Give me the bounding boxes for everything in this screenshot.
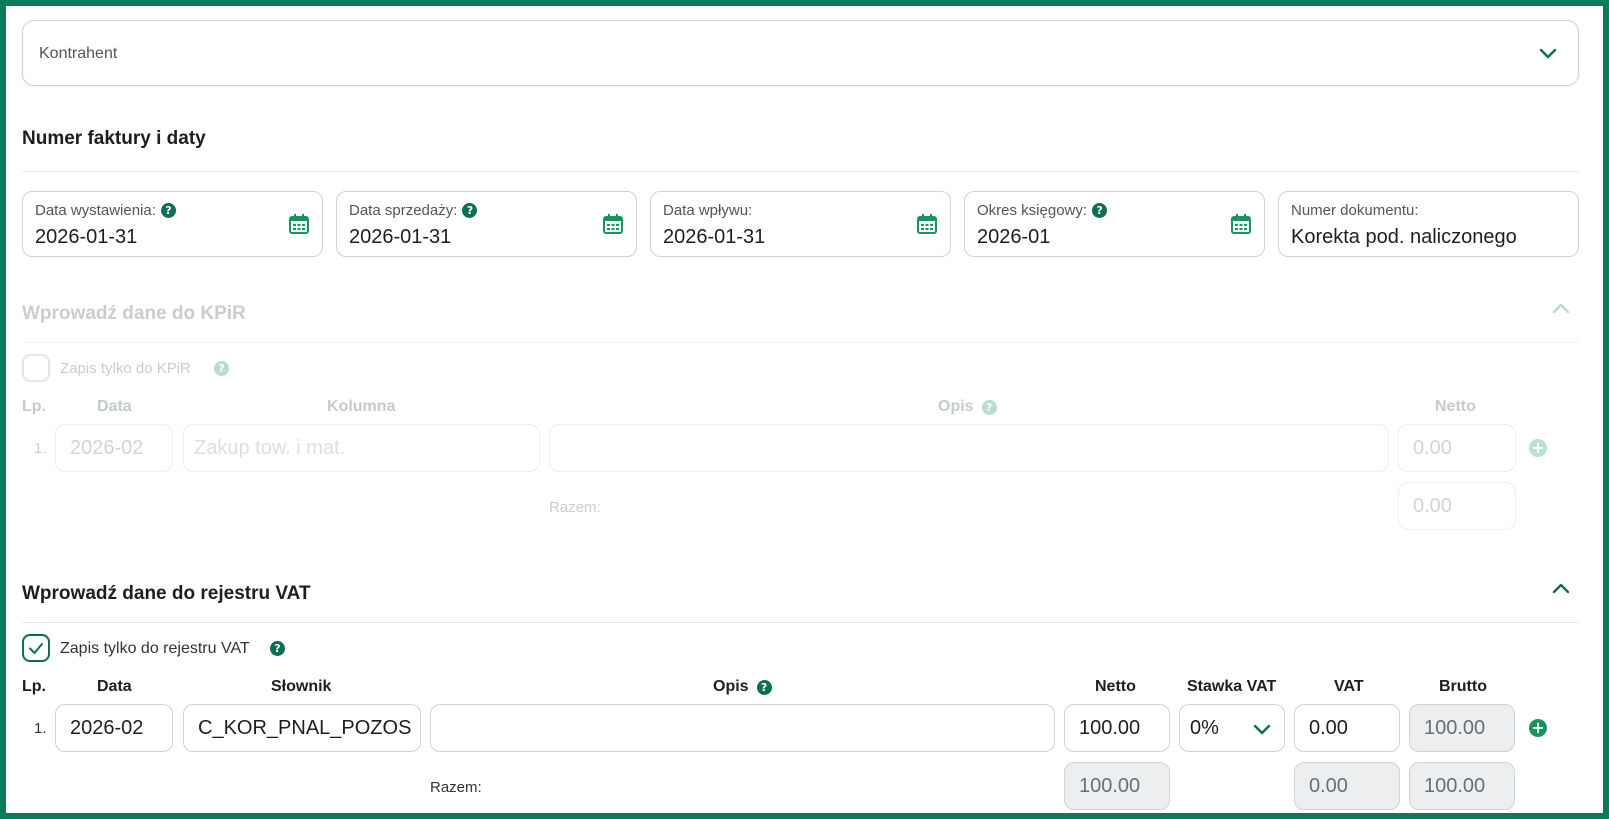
kpir-col-lp: Lp.: [22, 398, 46, 415]
kpir-col-opis: Opis?: [938, 398, 997, 416]
sale-date-value: 2026-01-31: [349, 226, 452, 248]
issue-date-value: 2026-01-31: [35, 226, 138, 248]
vat-total-label: Razem:: [430, 779, 482, 796]
issue-date-label: Data wystawienia:?: [35, 202, 176, 219]
vat-rate-value: 0%: [1190, 716, 1219, 739]
receipt-date-value: 2026-01-31: [663, 226, 766, 248]
kpir-only-checkbox[interactable]: [22, 354, 50, 382]
vat-section-title: Wprowadź dane do rejestru VAT: [22, 583, 311, 604]
chevron-down-icon[interactable]: [1250, 717, 1274, 741]
calendar-icon[interactable]: [1230, 213, 1252, 235]
kpir-col-data: Data: [97, 398, 132, 415]
chevron-down-icon[interactable]: [1536, 41, 1560, 65]
kpir-row-description-input[interactable]: [549, 424, 1389, 472]
vat-col-data: Data: [97, 678, 132, 695]
document-number-value: Korekta pod. naliczonego: [1291, 226, 1517, 248]
calendar-icon[interactable]: [916, 213, 938, 235]
kpir-total-label: Razem:: [549, 499, 601, 516]
app-frame: Kontrahent Numer faktury i daty Data wys…: [0, 0, 1609, 819]
kpir-row-lp: 1.: [34, 440, 47, 457]
add-row-icon[interactable]: +: [1529, 439, 1547, 457]
vat-row-dictionary-input[interactable]: C_KOR_PNAL_POZOS: [183, 704, 421, 752]
help-icon[interactable]: ?: [160, 203, 176, 218]
vat-col-opis: Opis?: [713, 678, 772, 696]
vat-col-vat: VAT: [1334, 678, 1364, 695]
help-icon[interactable]: ?: [1092, 203, 1108, 218]
divider: [22, 342, 1579, 343]
vat-rate-select[interactable]: 0%: [1179, 704, 1285, 752]
sale-date-label: Data sprzedaży:?: [349, 202, 478, 219]
kpir-total-net: 0.00: [1398, 482, 1516, 530]
help-icon[interactable]: ?: [214, 361, 229, 376]
accounting-period-field[interactable]: Okres księgowy:? 2026-01: [964, 191, 1265, 257]
help-icon[interactable]: ?: [270, 641, 285, 656]
kpir-row-net-input[interactable]: 0.00: [1398, 424, 1516, 472]
vat-only-label: Zapis tylko do rejestru VAT: [60, 640, 250, 657]
kontrahent-label: Kontrahent: [39, 45, 118, 62]
vat-row-gross-value: 100.00: [1409, 704, 1515, 752]
vat-total-net: 100.00: [1064, 762, 1170, 810]
invoice-section-title: Numer faktury i daty: [22, 128, 206, 149]
vat-row-net-input[interactable]: 100.00: [1064, 704, 1170, 752]
divider: [22, 622, 1579, 623]
kpir-col-kolumna: Kolumna: [327, 398, 396, 415]
vat-total-vat: 0.00: [1294, 762, 1400, 810]
document-number-field[interactable]: Numer dokumentu: Korekta pod. naliczoneg…: [1278, 191, 1579, 257]
kpir-row-column-select[interactable]: Zakup tow. i mat.: [183, 424, 540, 472]
calendar-icon[interactable]: [602, 213, 624, 235]
chevron-up-icon[interactable]: [1549, 297, 1573, 321]
vat-row-description-input[interactable]: [430, 704, 1055, 752]
divider: [22, 171, 1579, 172]
calendar-icon[interactable]: [288, 213, 310, 235]
vat-col-netto: Netto: [1095, 678, 1136, 695]
kpir-section-title: Wprowadź dane do KPiR: [22, 303, 246, 324]
kpir-col-netto: Netto: [1435, 398, 1476, 415]
kontrahent-dropdown[interactable]: Kontrahent: [22, 20, 1579, 86]
receipt-date-label: Data wpływu:: [663, 202, 753, 219]
vat-total-gross: 100.00: [1409, 762, 1515, 810]
accounting-period-value: 2026-01: [977, 226, 1051, 248]
chevron-up-icon[interactable]: [1549, 577, 1573, 601]
document-number-label: Numer dokumentu:: [1291, 202, 1419, 219]
help-icon[interactable]: ?: [462, 203, 478, 218]
kpir-row-date-input[interactable]: 2026-02: [55, 424, 173, 472]
vat-only-checkbox[interactable]: [22, 634, 50, 662]
accounting-period-label: Okres księgowy:?: [977, 202, 1108, 219]
vat-row-vat-input[interactable]: 0.00: [1294, 704, 1400, 752]
receipt-date-field[interactable]: Data wpływu: 2026-01-31: [650, 191, 951, 257]
vat-col-lp: Lp.: [22, 678, 46, 695]
sale-date-field[interactable]: Data sprzedaży:? 2026-01-31: [336, 191, 637, 257]
vat-row-date-input[interactable]: 2026-02: [55, 704, 173, 752]
help-icon[interactable]: ?: [981, 399, 997, 415]
vat-col-stawka: Stawka VAT: [1187, 678, 1277, 695]
vat-row-lp: 1.: [34, 720, 47, 737]
help-icon[interactable]: ?: [756, 679, 772, 695]
vat-col-slownik: Słownik: [271, 678, 332, 695]
add-row-icon[interactable]: +: [1529, 719, 1547, 737]
vat-col-brutto: Brutto: [1439, 678, 1487, 695]
issue-date-field[interactable]: Data wystawienia:? 2026-01-31: [22, 191, 323, 257]
kpir-only-label: Zapis tylko do KPiR: [60, 360, 191, 377]
check-icon: [29, 643, 43, 654]
